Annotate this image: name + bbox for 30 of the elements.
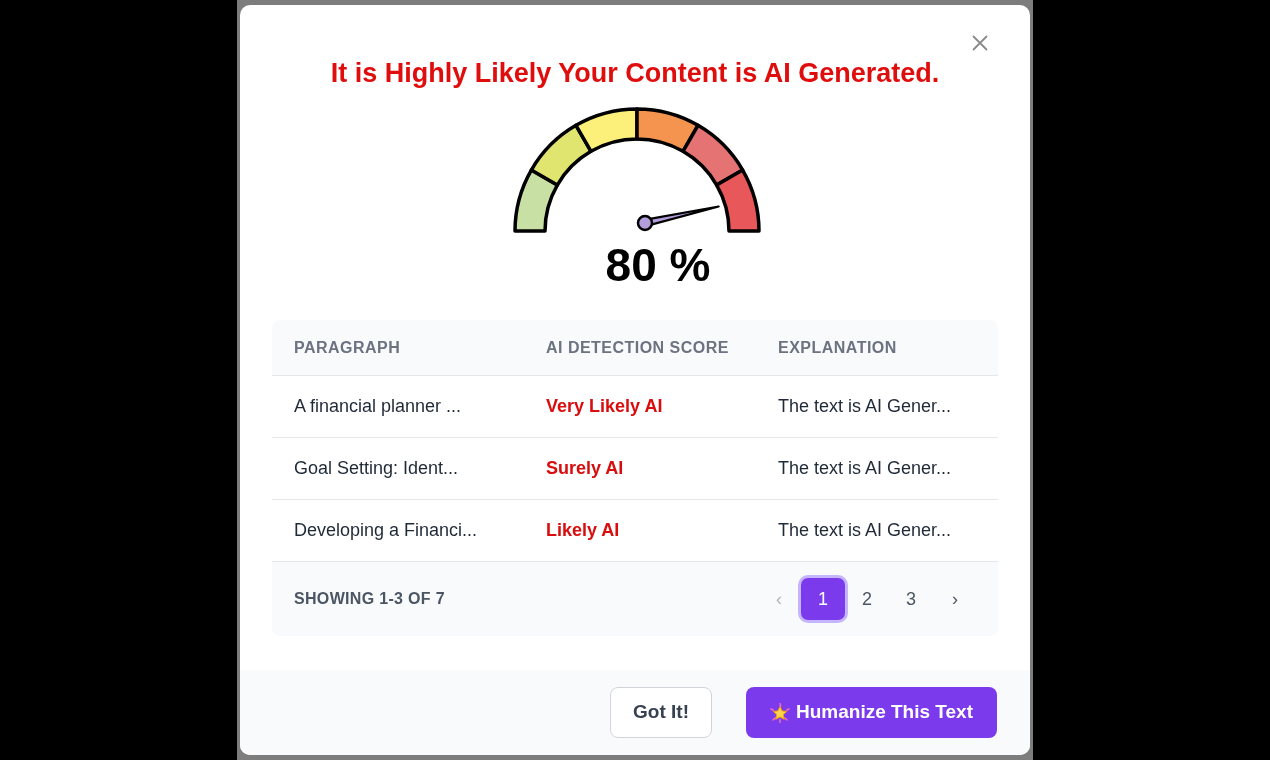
score-cell: Likely AI [546, 520, 620, 540]
dialog-title: It is Highly Likely Your Content is AI Generated. [330, 57, 940, 89]
column-header: PARAGRAPH [294, 338, 401, 356]
close-icon [972, 35, 988, 51]
gauge-reading: 80 % [605, 239, 711, 291]
next-page-button[interactable]: › [933, 578, 977, 620]
close-button[interactable] [970, 33, 990, 53]
page-button[interactable]: 2 [845, 578, 889, 620]
gauge-segment [714, 168, 761, 233]
results-summary: SHOWING 1-3 OF 7 [294, 589, 445, 609]
explanation-cell: The text is AI Gener... [778, 458, 952, 478]
gauge-segment [681, 123, 745, 187]
explanation-cell: The text is AI Gener... [778, 396, 952, 416]
got-it-button[interactable]: Got It! [610, 687, 712, 738]
gauge-segment [574, 107, 639, 154]
explanation-cell: The text is AI Gener... [778, 520, 952, 540]
score-cell: Very Likely AI [546, 396, 663, 416]
gauge-segment [529, 123, 593, 187]
page-button[interactable]: 3 [889, 578, 933, 620]
paragraph-cell: Goal Setting: Ident... [294, 458, 459, 478]
gauge-segment [513, 168, 560, 233]
score-cell: Surely AI [546, 458, 624, 478]
star-icon [770, 702, 790, 723]
page-button[interactable]: 1 [801, 578, 845, 620]
column-header: EXPLANATION [778, 338, 897, 356]
column-header: AI DETECTION SCORE [546, 338, 729, 356]
humanize-button[interactable]: Humanize This Text [746, 687, 997, 738]
gauge-segment [635, 107, 700, 154]
paragraph-cell: Developing a Financi... [294, 520, 478, 540]
paragraph-cell: A financial planner ... [294, 396, 462, 416]
